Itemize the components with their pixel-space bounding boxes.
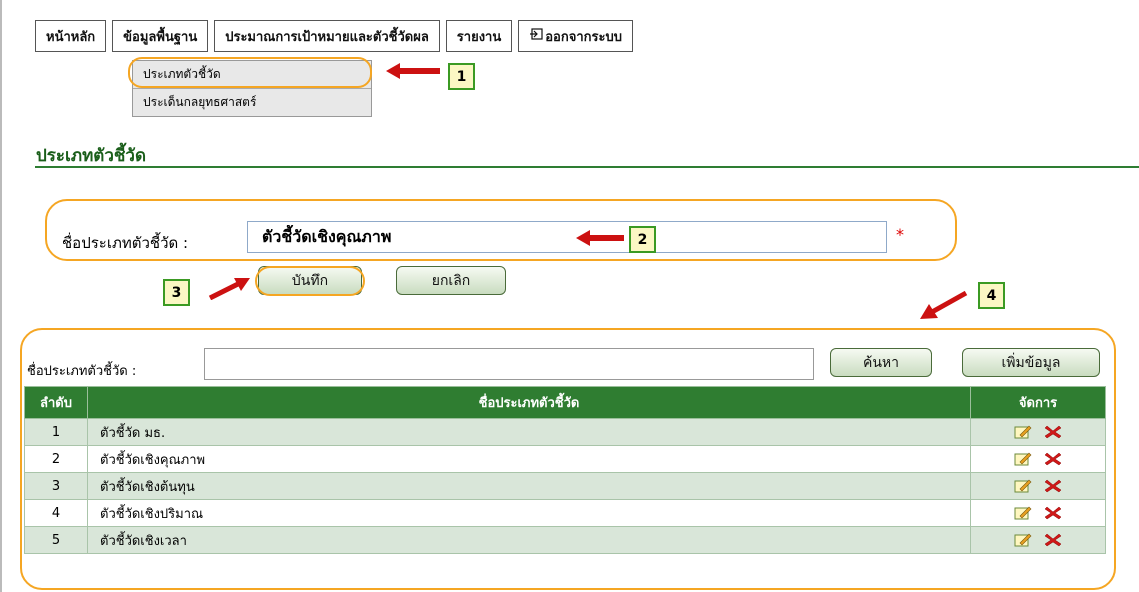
search-label: ชื่อประเภทตัวชี้วัด :: [27, 364, 137, 379]
delete-icon[interactable]: [1044, 505, 1062, 521]
row-name: ตัวชี้วัดเชิงต้นทุน: [87, 472, 971, 500]
row-seq: 5: [24, 526, 88, 554]
main-menu: หน้าหลัก ข้อมูลพื้นฐาน ประมาณการเป้าหมาย…: [35, 20, 633, 54]
row-actions: [970, 418, 1106, 446]
red-arrow-icon: [576, 230, 624, 246]
table-row: 5 ตัวชี้วัดเชิงเวลา: [24, 526, 1106, 554]
row-actions: [970, 526, 1106, 554]
delete-icon[interactable]: [1044, 532, 1062, 548]
row-name: ตัวชี้วัดเชิงเวลา: [87, 526, 971, 554]
delete-icon[interactable]: [1044, 424, 1062, 440]
annotation-4: 4: [978, 282, 1005, 309]
header-name: ชื่อประเภทตัวชี้วัด: [87, 386, 971, 419]
red-arrow-icon: [208, 278, 250, 300]
highlight-ring-submenu: [128, 57, 372, 88]
row-seq: 3: [24, 472, 88, 500]
table-header-row: ลำดับ ชื่อประเภทตัวชี้วัด จัดการ: [24, 386, 1106, 419]
menu-targets-indicators[interactable]: ประมาณการเป้าหมายและตัวชี้วัดผล: [214, 20, 440, 52]
header-seq: ลำดับ: [24, 386, 88, 419]
required-mark: *: [896, 225, 904, 244]
red-arrow-icon: [386, 63, 440, 79]
search-input[interactable]: [204, 348, 814, 380]
cancel-button[interactable]: ยกเลิก: [396, 266, 506, 295]
search-button[interactable]: ค้นหา: [830, 348, 932, 377]
menu-logout-label: ออกจากระบบ: [545, 29, 622, 45]
table-row: 2 ตัวชี้วัดเชิงคุณภาพ: [24, 445, 1106, 473]
annotation-2: 2: [629, 226, 656, 253]
menu-home[interactable]: หน้าหลัก: [35, 20, 107, 52]
edit-icon[interactable]: [1014, 452, 1032, 466]
delete-icon[interactable]: [1044, 451, 1062, 467]
annotation-1: 1: [448, 63, 475, 90]
submenu-strategic-issue[interactable]: ประเด็นกลยุทธศาสตร์: [133, 89, 371, 116]
edit-icon[interactable]: [1014, 479, 1032, 493]
red-arrow-icon: [920, 290, 968, 319]
edit-icon[interactable]: [1014, 533, 1032, 547]
table-row: 3 ตัวชี้วัดเชิงต้นทุน: [24, 472, 1106, 500]
row-actions: [970, 445, 1106, 473]
edit-icon[interactable]: [1014, 506, 1032, 520]
row-name: ตัวชี้วัด มธ.: [87, 418, 971, 446]
delete-icon[interactable]: [1044, 478, 1062, 494]
indicator-type-label: ชื่อประเภทตัวชี้วัด :: [62, 234, 189, 252]
indicator-type-input[interactable]: [247, 221, 887, 253]
row-seq: 1: [24, 418, 88, 446]
annotation-3: 3: [163, 279, 190, 306]
row-actions: [970, 499, 1106, 527]
indicator-type-table: ลำดับ ชื่อประเภทตัวชี้วัด จัดการ 1 ตัวชี…: [24, 386, 1106, 554]
table-row: 4 ตัวชี้วัดเชิงปริมาณ: [24, 499, 1106, 527]
row-actions: [970, 472, 1106, 500]
header-actions: จัดการ: [970, 386, 1106, 419]
highlight-ring-save: [255, 266, 365, 296]
page-left-border: [0, 0, 2, 592]
edit-icon[interactable]: [1014, 425, 1032, 439]
row-seq: 2: [24, 445, 88, 473]
menu-logout[interactable]: ออกจากระบบ: [518, 20, 633, 52]
menu-reports[interactable]: รายงาน: [445, 20, 513, 52]
menu-basic-data[interactable]: ข้อมูลพื้นฐาน: [112, 20, 209, 52]
title-divider: [35, 166, 1139, 168]
add-button[interactable]: เพิ่มข้อมูล: [962, 348, 1100, 377]
page-title: ประเภทตัวชี้วัด: [36, 146, 146, 166]
exit-icon: [529, 28, 543, 44]
row-name: ตัวชี้วัดเชิงปริมาณ: [87, 499, 971, 527]
row-name: ตัวชี้วัดเชิงคุณภาพ: [87, 445, 971, 473]
table-row: 1 ตัวชี้วัด มธ.: [24, 418, 1106, 446]
row-seq: 4: [24, 499, 88, 527]
